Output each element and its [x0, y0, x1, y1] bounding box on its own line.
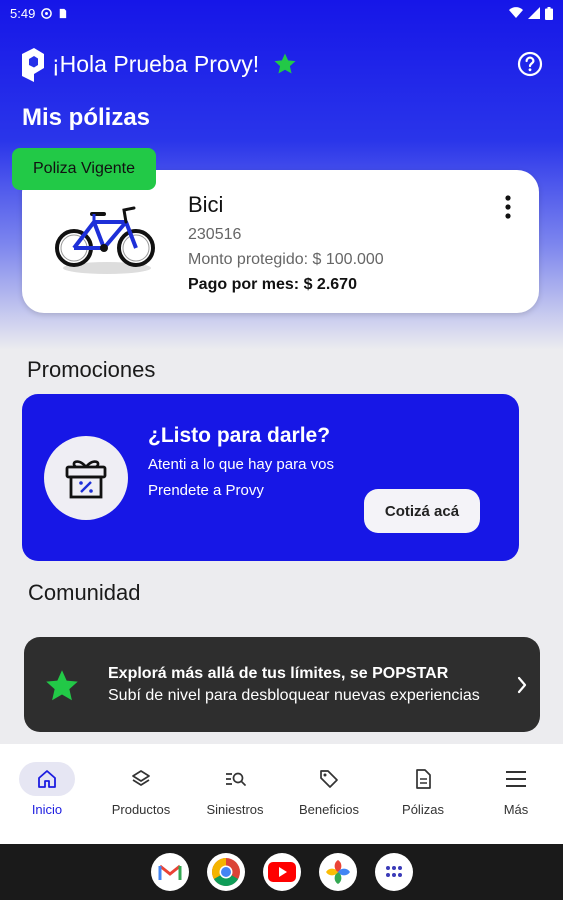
signal-icon: [528, 7, 540, 19]
nav-label: Pólizas: [402, 802, 444, 817]
photos-icon[interactable]: [319, 853, 357, 891]
nav-item-beneficios[interactable]: Beneficios: [282, 762, 376, 826]
wifi-icon: [509, 7, 523, 19]
promotion-headline: ¿Listo para darle?: [148, 424, 331, 447]
nav-item-mas[interactable]: Más: [469, 762, 563, 826]
sd-card-icon: [60, 8, 67, 18]
community-section-title: Comunidad: [28, 580, 141, 605]
youtube-icon[interactable]: [263, 853, 301, 891]
gift-icon: [65, 460, 107, 499]
policy-status-badge: Poliza Vigente: [12, 148, 156, 190]
nav-item-siniestros[interactable]: Siniestros: [188, 762, 282, 826]
app-drawer-icon[interactable]: [375, 853, 413, 891]
promotion-card[interactable]: ¿Listo para darle? Atenti a lo que hay p…: [22, 394, 519, 561]
gift-badge: [44, 436, 128, 520]
chevron-right-icon: [517, 676, 527, 694]
greeting-title: ¡Hola Prueba Provy!: [52, 50, 260, 77]
community-headline: Explorá más allá de tus límites, se POPS…: [108, 665, 449, 682]
search-list-icon: [226, 772, 246, 786]
policy-title: Bici: [188, 192, 224, 217]
battery-icon: [545, 6, 553, 20]
quote-button[interactable]: Cotizá acá: [364, 489, 480, 533]
bicycle-icon: [55, 206, 155, 274]
status-time: 5:49: [10, 5, 36, 21]
tag-icon: [320, 770, 338, 788]
nav-label: Más: [503, 802, 529, 817]
promotion-line-1: Atenti a lo que hay para vos: [148, 456, 334, 473]
community-banner[interactable]: Explorá más allá de tus límites, se POPS…: [24, 637, 540, 732]
bottom-navigation: Inicio Productos Siniestros Beneficios P…: [0, 744, 563, 844]
status-bar: 5:49: [0, 0, 563, 26]
policy-card[interactable]: Bici 230516 Monto protegido: $ 100.000 P…: [22, 170, 539, 313]
nav-item-inicio[interactable]: Inicio: [0, 762, 94, 826]
nav-label: Siniestros: [206, 802, 264, 817]
promotion-line-2: Prendete a Provy: [148, 482, 264, 499]
policy-monthly-payment: Pago por mes: $ 2.670: [188, 276, 357, 293]
home-icon: [38, 770, 56, 788]
policies-section-title: Mis pólizas: [22, 104, 151, 131]
sync-icon: [41, 7, 53, 19]
more-options-icon[interactable]: [503, 194, 513, 220]
community-subtitle: Subí de nivel para desbloquear nuevas ex…: [108, 687, 480, 704]
policy-coverage: Monto protegido: $ 100.000: [188, 251, 384, 268]
nav-label: Productos: [111, 802, 171, 817]
help-icon[interactable]: [517, 51, 543, 77]
star-icon: [46, 670, 78, 701]
nav-label: Inicio: [31, 802, 63, 817]
policy-number: 230516: [188, 226, 242, 243]
nav-label: Beneficios: [299, 802, 359, 817]
nav-item-polizas[interactable]: Pólizas: [376, 762, 470, 826]
menu-icon: [506, 771, 526, 787]
chrome-icon[interactable]: [207, 853, 245, 891]
document-icon: [416, 769, 431, 789]
provy-logo-icon: [22, 48, 44, 82]
gmail-icon[interactable]: [151, 853, 189, 891]
system-dock: [0, 844, 563, 900]
layers-icon: [132, 770, 150, 786]
app-bar: ¡Hola Prueba Provy!: [20, 44, 543, 84]
promotions-section-title: Promociones: [27, 357, 156, 382]
nav-item-productos[interactable]: Productos: [94, 762, 188, 826]
star-icon[interactable]: [273, 52, 297, 76]
